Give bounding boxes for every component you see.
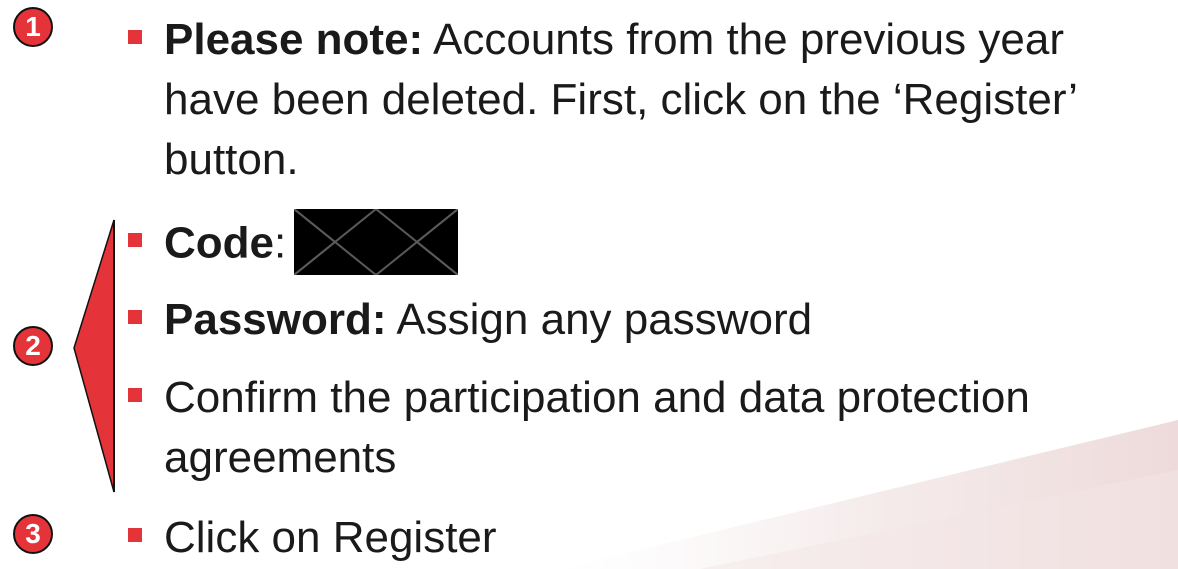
- list-item-password: Password: Assign any password: [128, 290, 812, 350]
- list-item-confirm: Confirm the participation and data prote…: [128, 368, 1030, 488]
- note-line-2: have been deleted. First, click on the ‘…: [164, 75, 1078, 124]
- step-1-badge: 1: [13, 7, 53, 47]
- step-2-bracket: [73, 219, 115, 493]
- password-label: Password:: [164, 295, 387, 344]
- step-3-badge: 3: [13, 514, 53, 554]
- code-label: Code: [164, 218, 274, 268]
- note-line-1: Accounts from the previous year: [423, 15, 1064, 64]
- redacted-code-box: [294, 209, 459, 275]
- code-separator: :: [274, 218, 287, 268]
- confirm-line-1: Confirm the participation and data prote…: [164, 373, 1030, 422]
- note-line-3: button.: [164, 135, 299, 184]
- register-text: Click on Register: [164, 513, 497, 562]
- step-2-badge: 2: [13, 326, 53, 366]
- list-item-code: Code:: [128, 209, 459, 279]
- list-item-register: Click on Register: [128, 508, 497, 568]
- password-text: Assign any password: [386, 295, 813, 344]
- list-item-note: Please note: Accounts from the previous …: [128, 10, 1078, 190]
- bullet-square: [128, 388, 142, 402]
- bullet-square: [128, 233, 142, 247]
- bullet-square: [128, 310, 142, 324]
- bullet-square: [128, 30, 142, 44]
- bullet-square: [128, 528, 142, 542]
- note-label: Please note:: [164, 15, 424, 64]
- confirm-line-2: agreements: [164, 433, 397, 482]
